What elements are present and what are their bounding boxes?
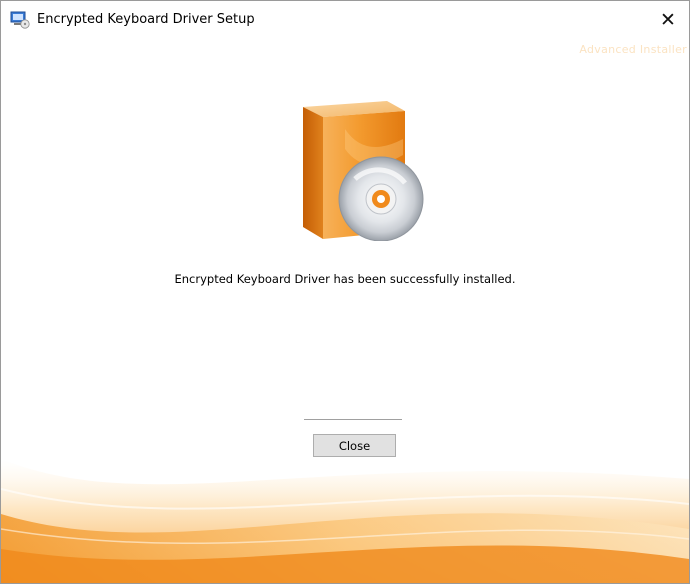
setup-app-icon xyxy=(10,11,30,29)
software-box-with-cd-icon xyxy=(303,101,424,241)
main-content: Encrypted Keyboard Driver has been succe… xyxy=(1,39,689,583)
close-icon[interactable]: ✕ xyxy=(647,1,689,39)
setup-window: Encrypted Keyboard Driver Setup ✕ Advanc… xyxy=(0,0,690,584)
title-bar[interactable]: Encrypted Keyboard Driver Setup ✕ xyxy=(1,1,689,39)
success-message: Encrypted Keyboard Driver has been succe… xyxy=(174,272,516,286)
separator-line xyxy=(304,419,402,420)
window-title: Encrypted Keyboard Driver Setup xyxy=(37,12,255,27)
close-button[interactable]: Close xyxy=(313,434,396,457)
